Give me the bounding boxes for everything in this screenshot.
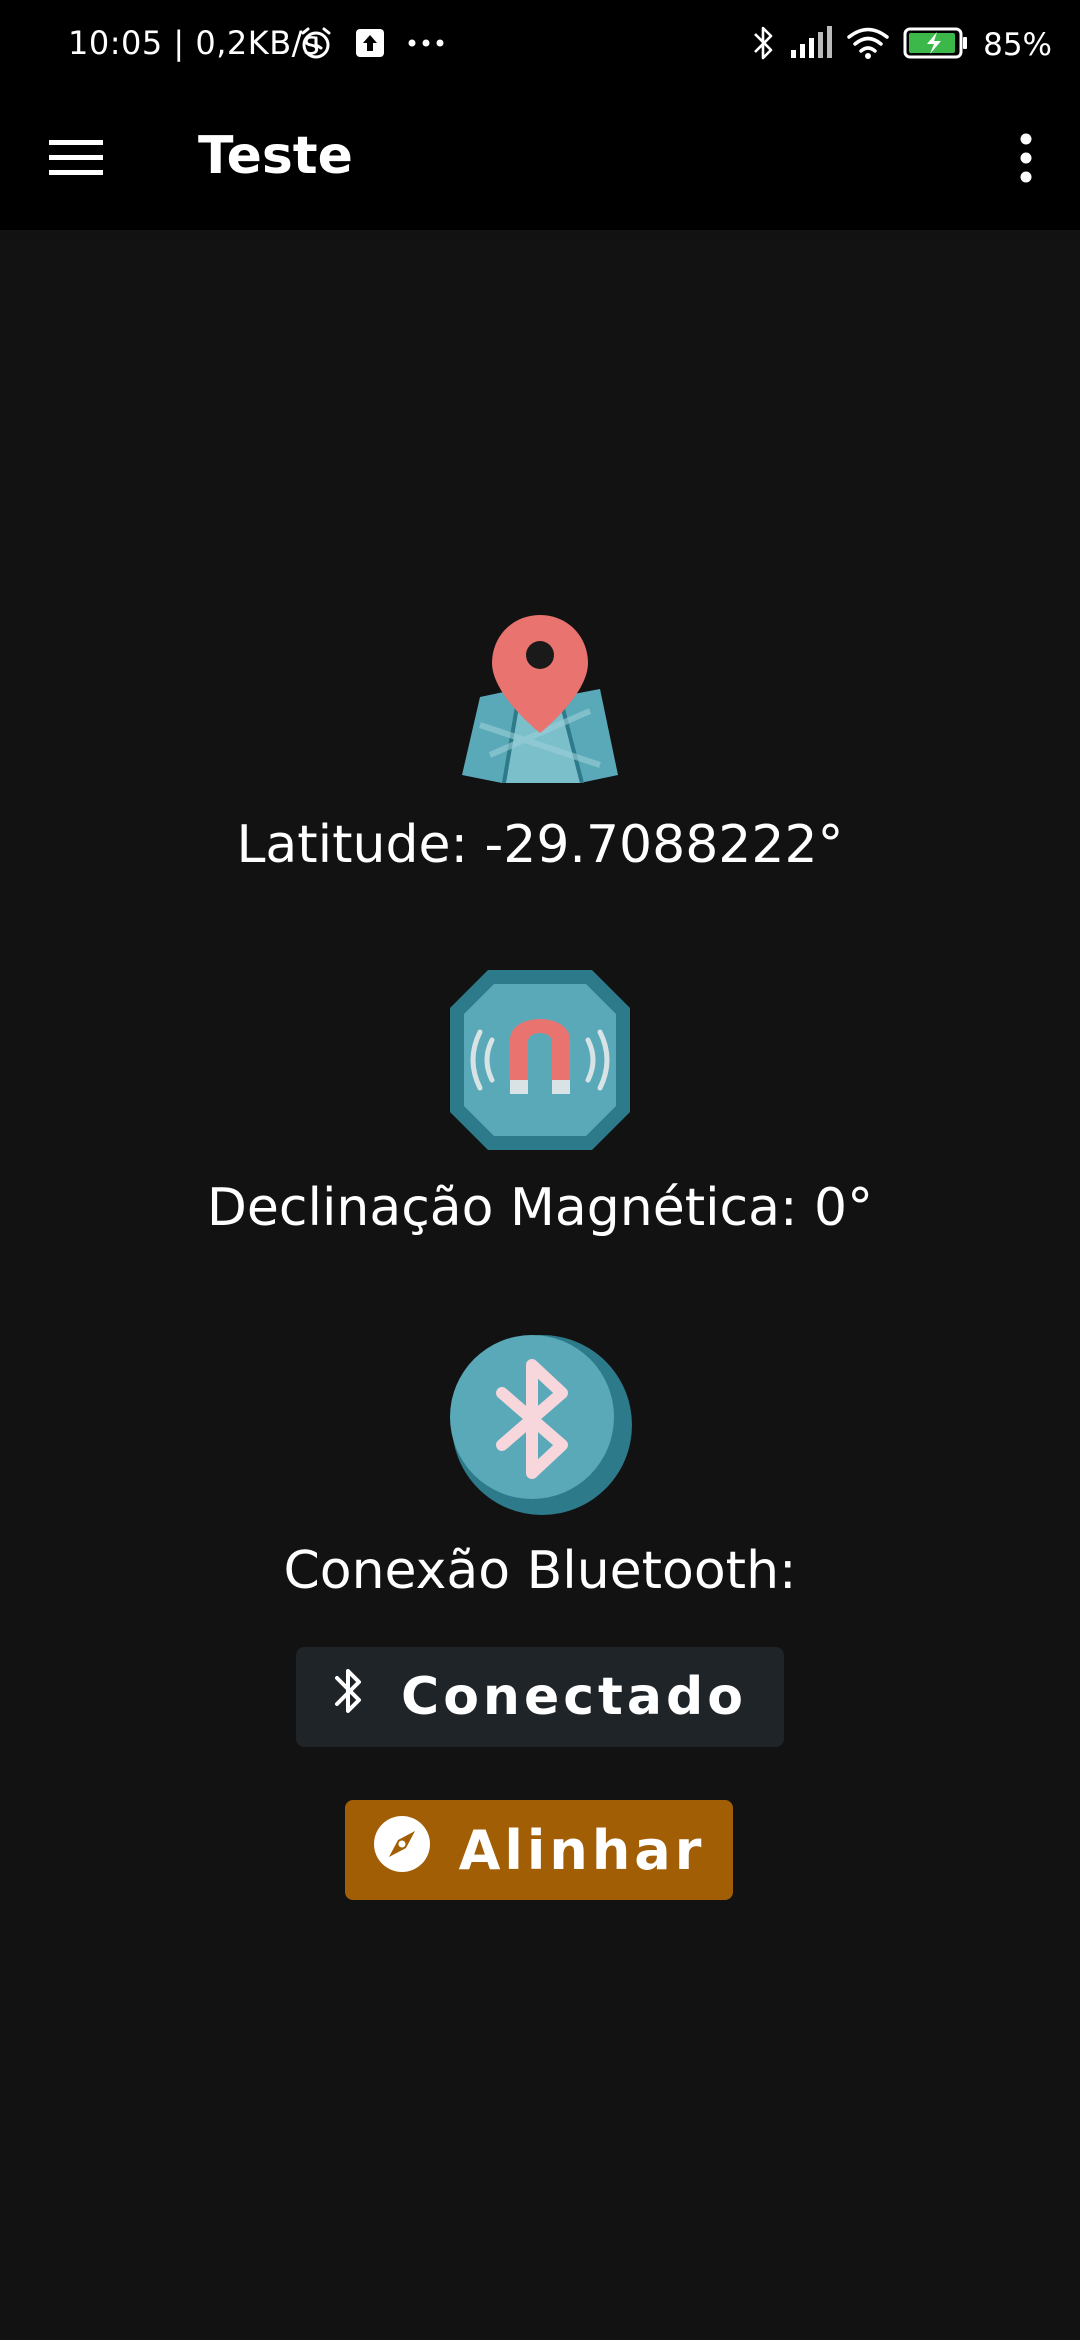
align-button[interactable]: Alinhar bbox=[345, 1800, 733, 1900]
latitude-text: Latitude: -29.7088222° bbox=[236, 815, 844, 875]
menu-button[interactable] bbox=[40, 128, 112, 192]
connect-button-label: Conectado bbox=[401, 1667, 747, 1727]
bluetooth-circle-icon bbox=[440, 1333, 640, 1518]
align-button-label: Alinhar bbox=[458, 1818, 706, 1882]
overflow-menu-icon bbox=[1019, 133, 1033, 188]
compass-icon bbox=[373, 1815, 431, 1886]
bluetooth-connection-text: Conexão Bluetooth: bbox=[283, 1541, 797, 1601]
bluetooth-icon bbox=[751, 24, 775, 67]
status-icons-left bbox=[298, 22, 446, 68]
alarm-icon bbox=[298, 25, 334, 66]
page-title: Teste bbox=[198, 126, 353, 186]
upload-icon bbox=[354, 27, 386, 64]
status-bar: 10:05 | 0,2KB/s 85% bbox=[0, 0, 1080, 90]
declination-text: Declinação Magnética: 0° bbox=[206, 1178, 874, 1238]
map-pin-icon bbox=[440, 615, 640, 785]
battery-percent: 85% bbox=[983, 27, 1052, 63]
status-icons-right: 85% bbox=[751, 22, 1052, 68]
signal-icon bbox=[789, 25, 833, 65]
bluetooth-icon bbox=[333, 1663, 363, 1732]
magnet-icon bbox=[440, 970, 640, 1150]
menu-icon bbox=[49, 138, 103, 183]
app-bar: Teste bbox=[0, 90, 1080, 230]
bluetooth-connected-button[interactable]: Conectado bbox=[296, 1647, 784, 1747]
status-time: 10:05 | 0,2KB/s bbox=[68, 24, 321, 62]
main-content: Latitude: -29.7088222° Declinação Magnét… bbox=[0, 230, 1080, 2340]
overflow-menu-button[interactable] bbox=[998, 126, 1054, 194]
wifi-icon bbox=[847, 26, 889, 65]
battery-charging-icon bbox=[903, 26, 969, 65]
more-dots-icon bbox=[406, 36, 446, 54]
